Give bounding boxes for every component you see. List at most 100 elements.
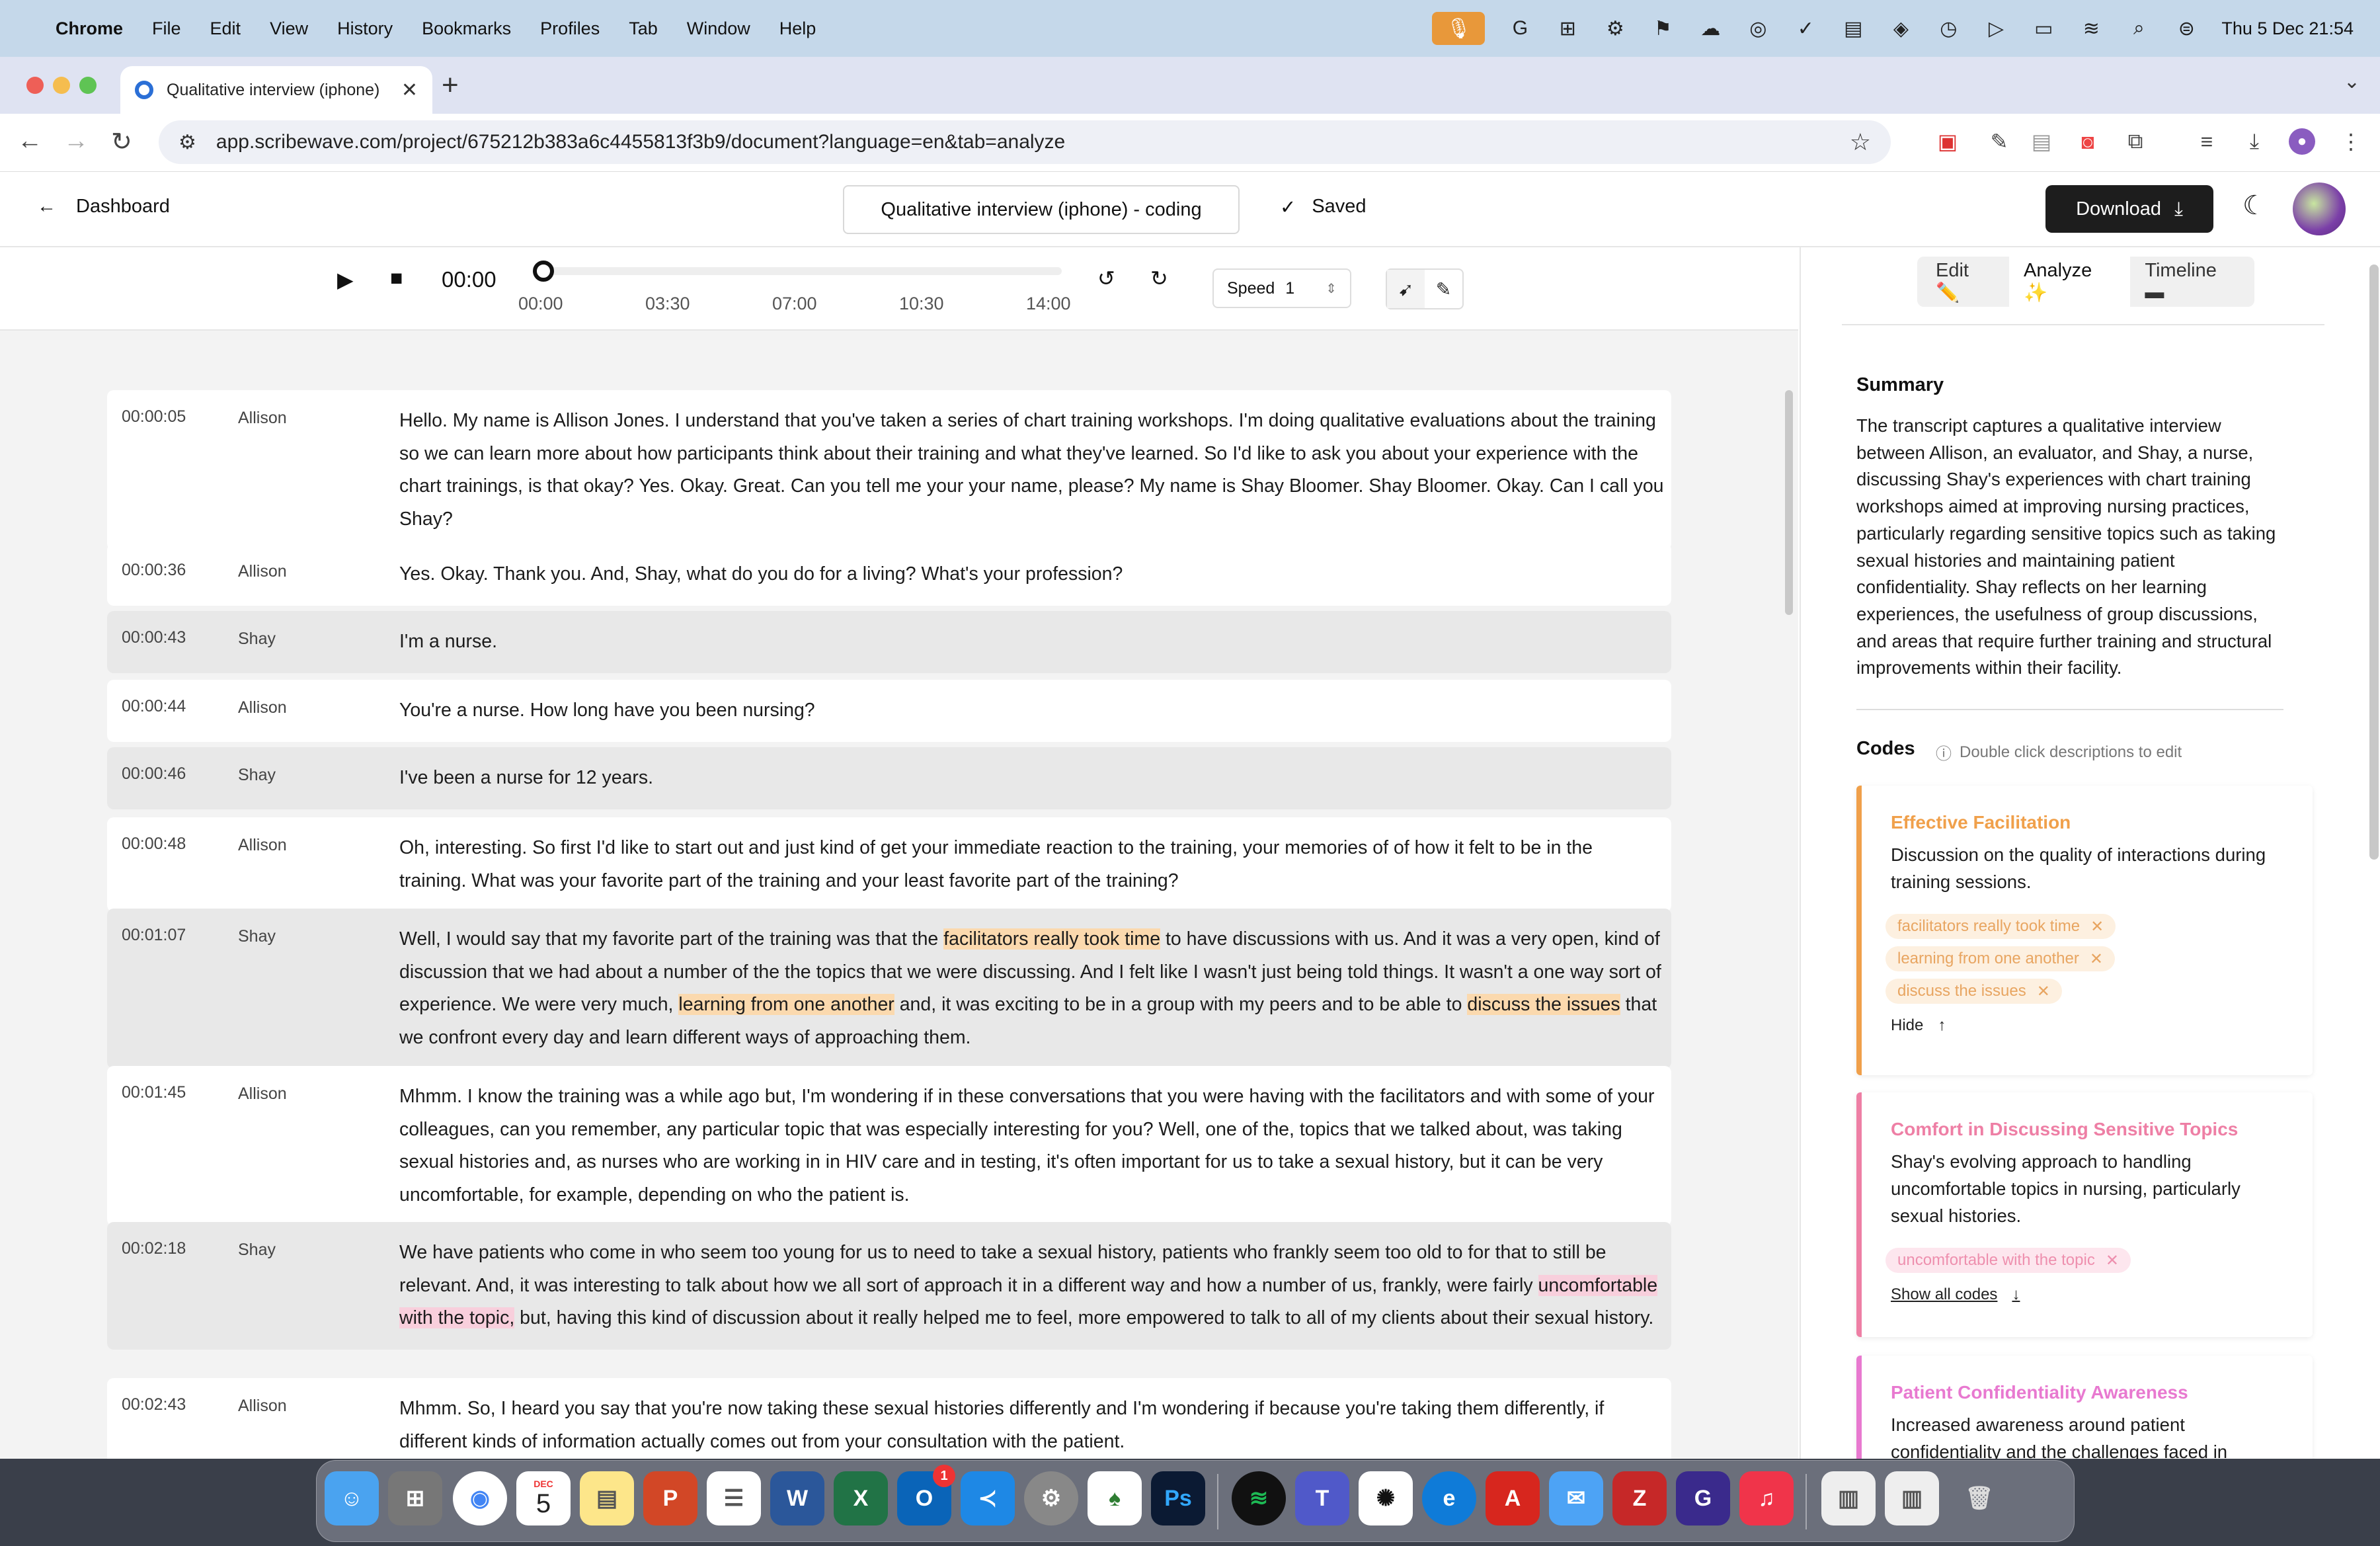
system-settings-icon[interactable]: ⚙ [1024, 1471, 1078, 1526]
edge-icon[interactable]: e [1422, 1471, 1476, 1526]
segment-text[interactable]: Oh, interesting. So first I'd like to st… [399, 832, 1665, 897]
browser-tab-active[interactable]: Qualitative interview (iphone) ✕ [120, 66, 432, 114]
highlight-pen-icon[interactable]: ✎ [1425, 270, 1462, 308]
menu-window[interactable]: Window [687, 19, 750, 39]
code-title[interactable]: Patient Confidentiality Awareness [1891, 1382, 2188, 1403]
segment-text[interactable]: We have patients who come in who seem to… [399, 1237, 1665, 1335]
reload-icon[interactable]: ↻ [111, 127, 132, 157]
transcript-segment[interactable]: 00:00:05 Allison Hello. My name is Allison… [107, 390, 1671, 550]
photoshop-icon[interactable]: Ps [1151, 1471, 1205, 1526]
control-center-icon[interactable]: ⊜ [2174, 16, 2199, 41]
creative-cloud-icon[interactable]: ◎ [1745, 16, 1770, 41]
menu-bar-datetime[interactable]: Thu 5 Dec 21:54 [2221, 19, 2354, 39]
powerpoint-icon[interactable]: P [643, 1471, 697, 1526]
segment-speaker[interactable]: Shay [238, 766, 276, 785]
segment-text[interactable]: I'm a nurse. [399, 626, 1665, 659]
checkmark-circle-icon[interactable]: ✓ [1793, 16, 1818, 41]
segment-timestamp[interactable]: 00:00:44 [122, 697, 186, 716]
code-title[interactable]: Comfort in Discussing Sensitive Topics [1891, 1119, 2238, 1140]
extension-pocket-icon[interactable]: ◙ [2075, 128, 2101, 155]
transcript-segment[interactable]: 00:00:43 Shay I'm a nurse. [107, 611, 1671, 673]
close-window-button[interactable] [26, 77, 44, 94]
code-description[interactable]: Discussion on the quality of interaction… [1891, 841, 2287, 895]
spotify-icon[interactable]: ≋ [1232, 1471, 1286, 1526]
code-description[interactable]: Increased awareness around patient confi… [1891, 1411, 2287, 1459]
code-tag-chip[interactable]: facilitators really took time ✕ [1885, 914, 2116, 939]
microphone-icon[interactable]: 🎙 [1432, 12, 1486, 45]
extension-doc-icon[interactable]: ▤ [2028, 128, 2055, 155]
spotlight-search-icon[interactable]: ⌕ [2126, 16, 2151, 41]
notes-icon[interactable]: ▤ [580, 1471, 634, 1526]
remove-tag-icon[interactable]: ✕ [2037, 982, 2050, 1001]
browser-menu-icon[interactable]: ⋮ [2338, 128, 2364, 155]
mongodb-icon[interactable]: ♠ [1088, 1471, 1142, 1526]
transcript-segment[interactable]: 00:02:43 Allison Mhmm. So, I heard you say… [107, 1378, 1671, 1459]
menu-chrome[interactable]: Chrome [56, 19, 123, 39]
segment-speaker[interactable]: Shay [238, 630, 276, 649]
segment-timestamp[interactable]: 00:02:18 [122, 1239, 186, 1258]
layers-icon[interactable]: ◈ [1888, 16, 1913, 41]
segment-text[interactable]: I've been a nurse for 12 years. [399, 762, 1665, 795]
teams-icon[interactable]: T [1295, 1471, 1349, 1526]
code-highlight[interactable]: discuss the issues [1467, 994, 1620, 1015]
seek-track[interactable] [542, 267, 1062, 275]
remove-tag-icon[interactable]: ✕ [2090, 950, 2103, 969]
code-card[interactable]: Comfort in Discussing Sensitive Topics Sh… [1856, 1092, 2313, 1337]
download-button[interactable]: Download ⤓ [2045, 185, 2213, 233]
openai-icon[interactable]: ⚙ [1603, 16, 1628, 41]
segment-speaker[interactable]: Allison [238, 1084, 287, 1104]
segment-timestamp[interactable]: 00:00:05 [122, 407, 186, 427]
forward-10-icon[interactable]: ↻ [1150, 266, 1168, 291]
excel-icon[interactable]: X [834, 1471, 888, 1526]
segment-timestamp[interactable]: 00:02:43 [122, 1395, 186, 1414]
new-tab-button[interactable]: + [442, 69, 459, 102]
chatgpt-icon[interactable]: ✺ [1359, 1471, 1413, 1526]
segment-speaker[interactable]: Allison [238, 698, 287, 717]
segment-speaker[interactable]: Allison [238, 836, 287, 855]
segment-text[interactable]: Mhmm. So, I heard you say that you're no… [399, 1393, 1665, 1458]
bookmark-star-icon[interactable]: ☆ [1850, 128, 1871, 156]
segment-text[interactable]: Mhmm. I know the training was a while ag… [399, 1080, 1665, 1211]
chrome-icon[interactable]: ◉ [453, 1471, 507, 1526]
code-tag-chip[interactable]: learning from one another ✕ [1885, 946, 2115, 971]
word-icon[interactable]: W [770, 1471, 824, 1526]
launchpad-icon[interactable]: ⊞ [388, 1471, 442, 1526]
segment-timestamp[interactable]: 00:00:46 [122, 764, 186, 784]
zotero-icon[interactable]: Z [1612, 1471, 1667, 1526]
menu-profiles[interactable]: Profiles [540, 19, 600, 39]
extension-mendeley-icon[interactable]: ▣ [1934, 128, 1961, 155]
trash-icon[interactable]: 🗑 [1952, 1471, 2006, 1526]
menu-help[interactable]: Help [779, 19, 816, 39]
speed-select[interactable]: Speed 1 ⇕ [1212, 268, 1351, 308]
profile-avatar-icon[interactable]: ● [2289, 128, 2315, 155]
menu-file[interactable]: File [152, 19, 181, 39]
user-avatar[interactable] [2293, 183, 2346, 235]
menu-bookmarks[interactable]: Bookmarks [422, 19, 511, 39]
cloud-icon[interactable]: ☁ [1698, 16, 1723, 41]
transcript-segment[interactable]: 00:00:48 Allison Oh, interesting. So first… [107, 817, 1671, 912]
segment-timestamp[interactable]: 00:01:07 [122, 926, 186, 945]
transcript-segment[interactable]: 00:01:45 Allison Mhmm. I know the training… [107, 1066, 1671, 1226]
finder-icon[interactable]: ☺ [325, 1471, 379, 1526]
transcript-scrollbar[interactable] [1785, 390, 1793, 615]
segment-speaker[interactable]: Allison [238, 409, 287, 428]
segment-timestamp[interactable]: 00:00:48 [122, 834, 186, 854]
clipboard-icon[interactable]: ▤ [1841, 16, 1866, 41]
dark-mode-toggle-icon[interactable]: ☾ [2242, 190, 2266, 221]
time-machine-icon[interactable]: ◷ [1936, 16, 1961, 41]
code-description[interactable]: Shay's evolving approach to handling unc… [1891, 1148, 2287, 1229]
hide-tags-link[interactable]: Hide ↑ [1891, 1016, 1946, 1035]
transcript-segment[interactable]: 00:00:44 Allison You're a nurse. How long … [107, 680, 1671, 742]
segment-text[interactable]: You're a nurse. How long have you been n… [399, 694, 1665, 727]
rewind-10-icon[interactable]: ↺ [1097, 266, 1115, 291]
segment-text[interactable]: Well, I would say that my favorite part … [399, 923, 1665, 1054]
segment-timestamp[interactable]: 00:01:45 [122, 1083, 186, 1102]
segment-speaker[interactable]: Allison [238, 562, 287, 581]
acrobat-icon[interactable]: A [1486, 1471, 1540, 1526]
tab-analyze[interactable]: Analyze ✨ [2009, 251, 2131, 312]
play-icon[interactable]: ▶ [337, 267, 354, 292]
segment-text[interactable]: Yes. Okay. Thank you. And, Shay, what do… [399, 558, 1665, 591]
document-title-field[interactable]: Qualitative interview (iphone) - coding [843, 185, 1240, 234]
dashboard-back-link[interactable]: ← Dashboard [37, 196, 170, 218]
close-tab-icon[interactable]: ✕ [401, 79, 418, 102]
